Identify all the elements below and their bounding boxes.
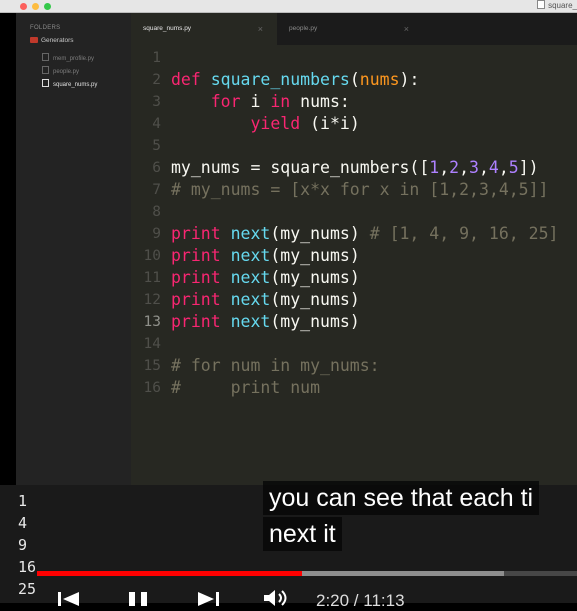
code-line[interactable]: # print num [171,377,320,399]
window-titlebar: square_ [0,0,577,13]
code-line[interactable]: print next(my_nums) [171,311,360,333]
output-line: 1 [18,492,28,510]
code-line[interactable]: # my_nums = [x*x for x in [1,2,3,4,5]] [171,179,549,201]
pause-icon[interactable] [127,592,151,606]
window-title: square_ [537,0,577,12]
sidebar-file[interactable]: people.py [42,66,79,75]
volume-icon[interactable] [262,590,292,606]
line-number: 16 [143,380,161,396]
video-frame[interactable]: square_ FOLDERS Generators mem_profile.p… [0,0,577,610]
sidebar: FOLDERS Generators mem_profile.py people… [16,13,131,485]
code-line[interactable]: print next(my_nums) [171,267,360,289]
line-number: 3 [152,94,161,110]
code-editor[interactable]: 1 2 3 4 5 6 7 8 9 10 11 12 13 14 15 16 def square_numbe… [131,45,577,485]
line-number: 2 [152,72,161,88]
next-icon[interactable] [196,592,222,606]
file-icon [42,66,49,74]
tab-people[interactable]: people.py × [277,13,423,45]
previous-icon[interactable] [55,592,81,606]
output-line: 16 [18,558,37,576]
line-number: 1 [152,50,161,66]
code-line[interactable]: print next(my_nums) # [1, 4, 9, 16, 25] [171,223,558,245]
line-number: 6 [152,160,161,176]
tab-bar: square_nums.py × people.py × [131,13,577,45]
caption-line-2: next it [263,517,342,551]
sidebar-file[interactable]: mem_profile.py [42,53,94,62]
close-tab-icon[interactable]: × [404,13,409,45]
zoom-window-button[interactable] [44,3,51,10]
code-line[interactable]: yield (i*i) [171,113,359,135]
sidebar-file-active[interactable]: square_nums.py [42,79,97,88]
close-window-button[interactable] [20,3,27,10]
played-bar [37,571,302,576]
line-number: 10 [143,248,161,264]
line-number: 14 [143,336,161,352]
code-line[interactable]: # for num in my_nums: [171,355,380,377]
line-number: 4 [152,116,161,132]
code-line[interactable]: print next(my_nums) [171,245,360,267]
output-line: 9 [18,536,28,554]
line-number: 8 [152,204,161,220]
sidebar-heading: FOLDERS [30,25,61,31]
line-number: 9 [152,226,161,242]
output-line: 4 [18,514,28,532]
line-number: 12 [143,292,161,308]
code-line[interactable]: my_nums = square_numbers([1,2,3,4,5]) [171,157,539,179]
line-number: 5 [152,138,161,154]
caption-line-1: you can see that each ti [263,481,540,515]
close-tab-icon[interactable]: × [258,13,263,45]
code-line[interactable]: print next(my_nums) [171,289,360,311]
file-icon [42,79,49,87]
line-number: 7 [152,182,161,198]
player-controls: 2:20 / 11:13 [0,582,577,610]
folder-icon [30,37,38,43]
tab-square-nums[interactable]: square_nums.py × [131,13,277,45]
code-line[interactable]: for i in nums: [171,91,350,113]
line-number: 11 [143,270,161,286]
line-number: 13 [143,314,161,330]
file-icon [42,53,49,61]
code-line[interactable]: def square_numbers(nums): [171,69,419,91]
line-number: 15 [143,358,161,374]
progress-bar[interactable] [37,571,577,576]
minimize-window-button[interactable] [32,3,39,10]
file-icon [537,0,546,9]
time-display: 2:20 / 11:13 [316,591,405,610]
sidebar-folder[interactable]: Generators [30,37,74,44]
